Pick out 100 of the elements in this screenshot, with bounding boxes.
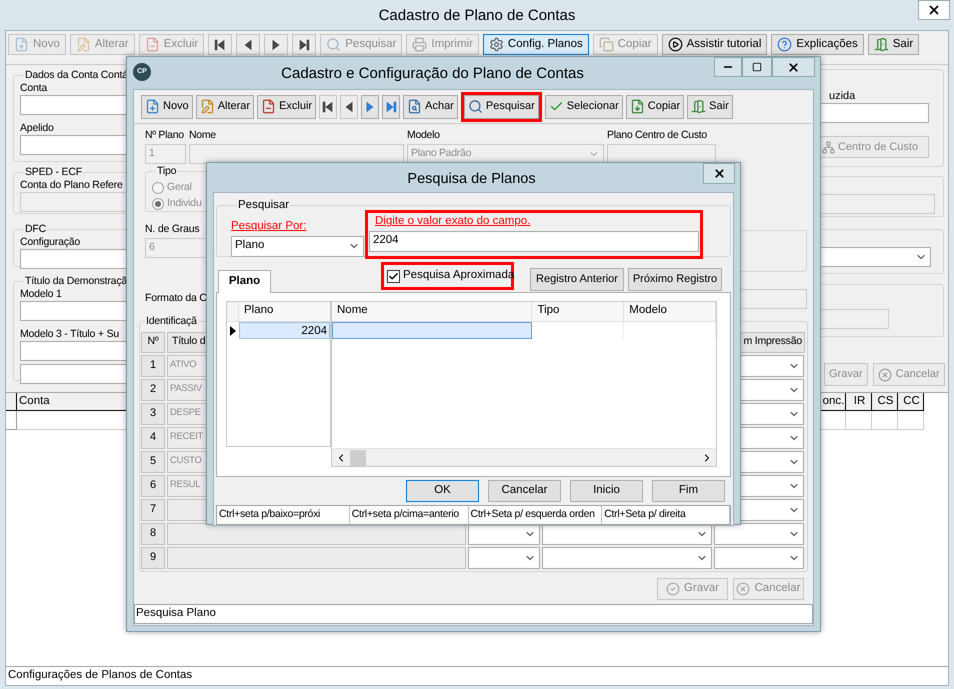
table-cell	[846, 411, 872, 430]
minimize-button[interactable]	[714, 57, 742, 77]
toolbar-button[interactable]: Sair	[687, 94, 733, 118]
dropdown[interactable]	[714, 522, 804, 544]
search-icon	[326, 37, 342, 52]
help-icon	[777, 37, 792, 52]
radio-label: Geral	[167, 180, 192, 195]
dropdown[interactable]: Plano	[231, 236, 364, 256]
dialog-button[interactable]: Inicio	[570, 480, 643, 502]
file-edit-icon	[200, 99, 215, 114]
last-record-icon	[297, 38, 312, 52]
dropdown[interactable]	[542, 546, 712, 568]
dialog-title: Pesquisa de Planos	[406, 170, 537, 189]
group-title: Tipo	[156, 164, 178, 179]
input-field[interactable]	[189, 144, 404, 164]
record-button[interactable]: Registro Anterior	[530, 268, 624, 291]
field-label: Conta	[20, 82, 48, 95]
file-plus-icon	[145, 99, 160, 114]
scroll-thumb[interactable]	[350, 450, 366, 466]
file-edit-icon	[76, 37, 91, 52]
toolbar-button[interactable]: Excluir	[257, 94, 316, 118]
row-number: 2	[141, 378, 165, 400]
toolbar-button[interactable]: Novo	[141, 94, 193, 118]
cell-text: ATIVO	[170, 358, 196, 372]
column-header: CS	[872, 393, 898, 411]
cell-text: RESUL	[170, 478, 200, 492]
field-label: uzida	[828, 90, 856, 103]
record-button[interactable]: Próximo Registro	[628, 268, 722, 291]
dropdown[interactable]	[468, 546, 540, 568]
close-icon	[927, 3, 941, 17]
toolbar-button[interactable]: Achar	[403, 94, 458, 118]
dialog-button[interactable]: Cancelar	[488, 480, 561, 502]
file-search-icon	[407, 99, 422, 114]
group-title: Pesquisar	[237, 198, 290, 213]
field-label: Nº Plano	[145, 128, 184, 143]
row-pointer-icon	[230, 326, 236, 336]
row-number: 7	[141, 498, 165, 520]
toolbar-button[interactable]: Pesquisar	[464, 94, 539, 118]
maximize-icon	[752, 62, 762, 72]
cell-text: RECEIT	[170, 430, 204, 444]
column-header: Nº	[141, 332, 165, 352]
row-number: 5	[141, 450, 165, 472]
close-icon	[712, 167, 726, 180]
field-label: Nome	[189, 128, 216, 143]
dialog-button[interactable]: Fim	[652, 480, 725, 502]
toolbar-button[interactable]: Sair	[868, 34, 920, 55]
door-icon	[691, 99, 706, 114]
toolbar-button[interactable]: Alterar	[196, 94, 254, 118]
close-button[interactable]	[772, 57, 815, 77]
maximize-button[interactable]	[742, 57, 772, 77]
field-label: Digite o valor exato do campo.	[374, 214, 532, 230]
horizontal-scrollbar[interactable]	[332, 448, 716, 466]
group-title: SPED - ECF	[24, 166, 83, 179]
table-cell: 2204	[239, 322, 330, 339]
file-minus-icon	[144, 37, 160, 52]
input-field[interactable]	[739, 288, 807, 309]
first-record-icon	[321, 100, 336, 114]
field-label: Modelo 3 - Título + Su	[20, 328, 120, 341]
toolbar-button[interactable]: Copiar	[626, 94, 684, 118]
close-icon	[787, 60, 800, 74]
table-cell	[872, 411, 898, 430]
status-bar: Configurações de Planos de Contas	[6, 666, 948, 685]
toolbar-button[interactable]: Selecionar	[544, 94, 623, 118]
row-number: 8	[141, 522, 165, 544]
input-field[interactable]: 2204	[369, 230, 699, 252]
radio-button[interactable]	[152, 182, 164, 194]
status-panel: Ctrl+Seta p/ direita	[602, 506, 730, 524]
toolbar-button[interactable]: Config. Planos	[482, 34, 589, 55]
status-panel: Ctrl+Seta p/ esquerda orden	[468, 506, 602, 524]
group-title: Identificaçã	[145, 314, 198, 329]
column-header: Nome	[332, 302, 532, 321]
table-cell	[898, 411, 924, 430]
copy-icon	[598, 37, 614, 52]
close-button[interactable]	[918, 0, 950, 20]
field-label: Pesquisar Por:	[231, 219, 308, 234]
field-label: Formato da C	[145, 290, 207, 306]
dialog-button[interactable]: OK	[406, 480, 479, 502]
row-number: 1	[141, 354, 165, 376]
row-number: 4	[141, 426, 165, 448]
input-field[interactable]	[607, 144, 716, 164]
close-button[interactable]	[703, 163, 735, 184]
column-header: CC	[898, 393, 924, 411]
tab[interactable]: Plano	[218, 270, 271, 293]
radio-button[interactable]	[152, 198, 164, 210]
column-header: Modelo	[624, 302, 716, 321]
first-record-icon	[213, 38, 228, 52]
column-header: onc.	[820, 393, 846, 411]
toolbar-button[interactable]: Assistir tutorial	[662, 34, 768, 55]
row-number: 6	[141, 474, 165, 496]
group-title: DFC	[24, 223, 47, 236]
file-download-icon	[630, 99, 645, 114]
dropdown[interactable]	[714, 546, 804, 568]
navigation-button[interactable]	[382, 94, 400, 118]
status-panel: Ctrl+seta p/baixo=próxi	[217, 506, 350, 524]
field-label: Conta do Plano Refere	[20, 179, 123, 192]
toolbar-button[interactable]: Explicações	[771, 34, 864, 55]
door-icon	[874, 37, 889, 52]
status-bar: Pesquisa Plano	[134, 604, 813, 624]
field-label: N. de Graus	[145, 222, 200, 237]
navigation-button[interactable]	[361, 94, 380, 118]
